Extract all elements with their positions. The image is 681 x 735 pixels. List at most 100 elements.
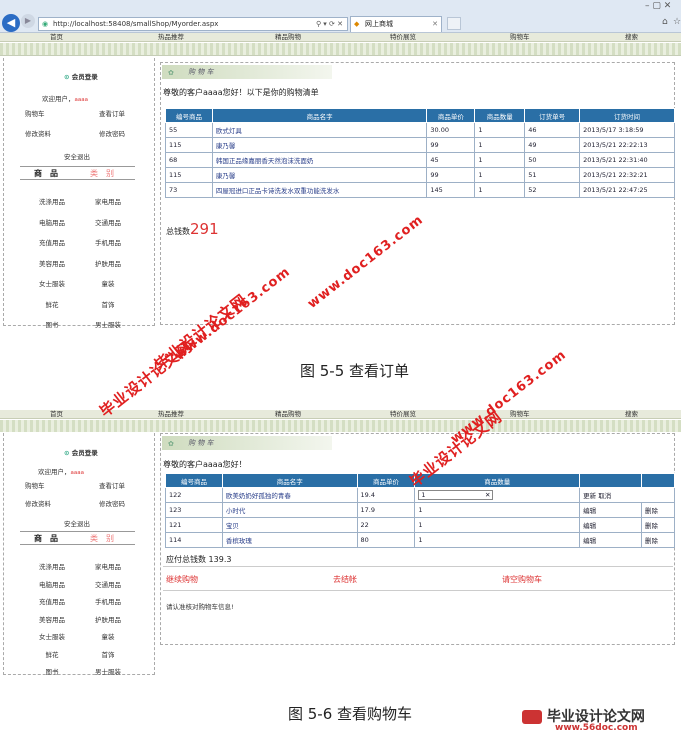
category-link[interactable]: 手机用品 (78, 237, 138, 247)
category-link[interactable]: 护肤用品 (78, 614, 138, 624)
nav-hot[interactable]: 热品推荐 (158, 33, 184, 42)
column-header: 商品数量 (474, 108, 526, 123)
category-link[interactable]: 鲜花 (22, 649, 82, 659)
category-link[interactable]: 护肤用品 (78, 258, 138, 268)
clear-cart-link[interactable]: 请空购物车 (502, 574, 542, 585)
cart-divider (163, 566, 673, 567)
category-link[interactable]: 女士服装 (22, 278, 82, 288)
nav-cart[interactable]: 购物车 (510, 33, 530, 42)
table-cell: 1 (414, 532, 581, 548)
sidebar-link-profile[interactable]: 修改资料 (25, 128, 51, 138)
row-action-link[interactable]: 删除 (641, 502, 675, 518)
nav2-boutique[interactable]: 精品购物 (275, 410, 301, 419)
table-cell: 1 (474, 137, 526, 153)
nav-search[interactable]: 搜索 (625, 33, 638, 42)
category-link[interactable]: 首饰 (78, 299, 138, 309)
nav-special[interactable]: 特价展览 (390, 33, 416, 42)
back-button[interactable]: ◀ (2, 14, 20, 32)
sidebar2-link-cart[interactable]: 购物车 (25, 480, 45, 490)
row-action-link[interactable]: 更新 取消 (579, 487, 675, 503)
category-link[interactable]: 美容用品 (22, 614, 82, 624)
table-cell: 宝贝 (221, 517, 358, 533)
nav2-cart[interactable]: 购物车 (510, 410, 530, 419)
welcome-text-2: 欢迎用户，aaaa (38, 468, 84, 476)
clear-input-icon[interactable]: ✕ (485, 491, 490, 500)
sidebar2-link-profile[interactable]: 修改资料 (25, 498, 51, 508)
table-cell: 115 (165, 137, 213, 153)
category-link[interactable]: 男士服装 (78, 666, 138, 676)
category-link[interactable]: 鲜花 (22, 299, 82, 309)
sidebar-link-cart[interactable]: 购物车 (25, 108, 45, 118)
table-cell: 1 (474, 167, 526, 183)
nav-home[interactable]: 首页 (50, 33, 63, 42)
category-link[interactable]: 充值用品 (22, 237, 82, 247)
home-icon[interactable]: ⌂ (662, 17, 668, 27)
figure-caption-1: 图 5-5 查看订单 (300, 362, 410, 380)
row-action-link[interactable]: 删除 (641, 532, 675, 548)
row-action-link[interactable]: 编辑 (579, 502, 643, 518)
search-refresh-icons[interactable]: ⚲ ▾ ⟳ ✕ (316, 18, 343, 30)
row-action-link[interactable]: 删除 (641, 517, 675, 533)
category-link[interactable]: 电脑用品 (22, 217, 82, 227)
tab-close-icon[interactable]: ✕ (432, 17, 438, 32)
category-link[interactable]: 家电用品 (78, 196, 138, 206)
column-header (579, 473, 643, 488)
table-cell: 49 (524, 137, 581, 153)
sidebar-link-orders[interactable]: 查看订单 (99, 108, 125, 118)
category-link[interactable]: 童装 (78, 278, 138, 288)
window-controls[interactable]: – ▢ ✕ (645, 1, 671, 11)
quantity-input[interactable]: 1 ✕ (418, 490, 494, 500)
table-cell: 123 (165, 502, 223, 518)
table-cell: 115 (165, 167, 213, 183)
category-link[interactable]: 电脑用品 (22, 579, 82, 589)
browser-tab[interactable]: ◆ 网上商城 ✕ (350, 16, 442, 32)
row-action-link[interactable]: 编辑 (579, 517, 643, 533)
category-link[interactable]: 家电用品 (78, 561, 138, 571)
category-link[interactable]: 洗涤用品 (22, 561, 82, 571)
watermark-cn-2: 毕业设计论文网 (96, 337, 196, 421)
nav2-home[interactable]: 首页 (50, 410, 63, 419)
category-link[interactable]: 手机用品 (78, 596, 138, 606)
column-header: 订货单号 (524, 108, 581, 123)
browser-toolbar: ◀ ▶ ◉ http://localhost:58408/smallShop/M… (0, 0, 681, 33)
table-cell: 68 (165, 152, 213, 168)
member-login-title: ⊙ 会员登录 (64, 73, 98, 81)
sidebar2-link-password[interactable]: 修改密码 (99, 498, 125, 508)
address-bar[interactable]: ◉ http://localhost:58408/smallShop/Myord… (38, 17, 348, 31)
sidebar2-link-orders[interactable]: 查看订单 (99, 480, 125, 490)
column-header: 商品数量 (414, 473, 581, 488)
logout-link[interactable]: 安全退出 (64, 151, 90, 161)
new-tab-button[interactable] (447, 17, 461, 30)
category-link[interactable]: 女士服装 (22, 631, 82, 641)
category-link[interactable]: 洗涤用品 (22, 196, 82, 206)
category-link[interactable]: 图书 (22, 319, 82, 329)
table-cell: 50 (524, 152, 581, 168)
checkout-link[interactable]: 去结帐 (333, 574, 357, 585)
favorites-icon[interactable]: ☆ (673, 17, 681, 27)
nav2-search[interactable]: 搜索 (625, 410, 638, 419)
category-link[interactable]: 图书 (22, 666, 82, 676)
nav2-special[interactable]: 特价展览 (390, 410, 416, 419)
table-cell: 46 (524, 122, 581, 138)
category-link[interactable]: 交通用品 (78, 579, 138, 589)
column-header: 商品名字 (211, 108, 428, 123)
table-cell: 17.9 (356, 502, 416, 518)
table-row: 73 四屋冠进口正品卡诗洗发水双重功能洗发水 145 1 52 2013/5/21 22:… (165, 182, 675, 198)
category-link[interactable]: 童装 (78, 631, 138, 641)
logout-link-2[interactable]: 安全退出 (64, 518, 90, 528)
sidebar-link-password[interactable]: 修改密码 (99, 128, 125, 138)
table-cell: 四屋冠进口正品卡诗洗发水双重功能洗发水 (211, 182, 428, 198)
category-link[interactable]: 美容用品 (22, 258, 82, 268)
nav2-hot[interactable]: 热品推荐 (158, 410, 184, 419)
forward-button[interactable]: ▶ (21, 14, 35, 28)
continue-shopping-link[interactable]: 继续购物 (166, 574, 198, 585)
figure-caption-2: 图 5-6 查看购物车 (288, 705, 413, 723)
row-action-link[interactable]: 编辑 (579, 532, 643, 548)
category-link[interactable]: 男士服装 (78, 319, 138, 329)
category-link[interactable]: 首饰 (78, 649, 138, 659)
nav-boutique[interactable]: 精品购物 (275, 33, 301, 42)
category-header-2: 商 品 类 别 (20, 531, 135, 545)
category-link[interactable]: 交通用品 (78, 217, 138, 227)
category-link[interactable]: 充值用品 (22, 596, 82, 606)
cart-note: 请认准核对购物车信息! (166, 603, 234, 611)
